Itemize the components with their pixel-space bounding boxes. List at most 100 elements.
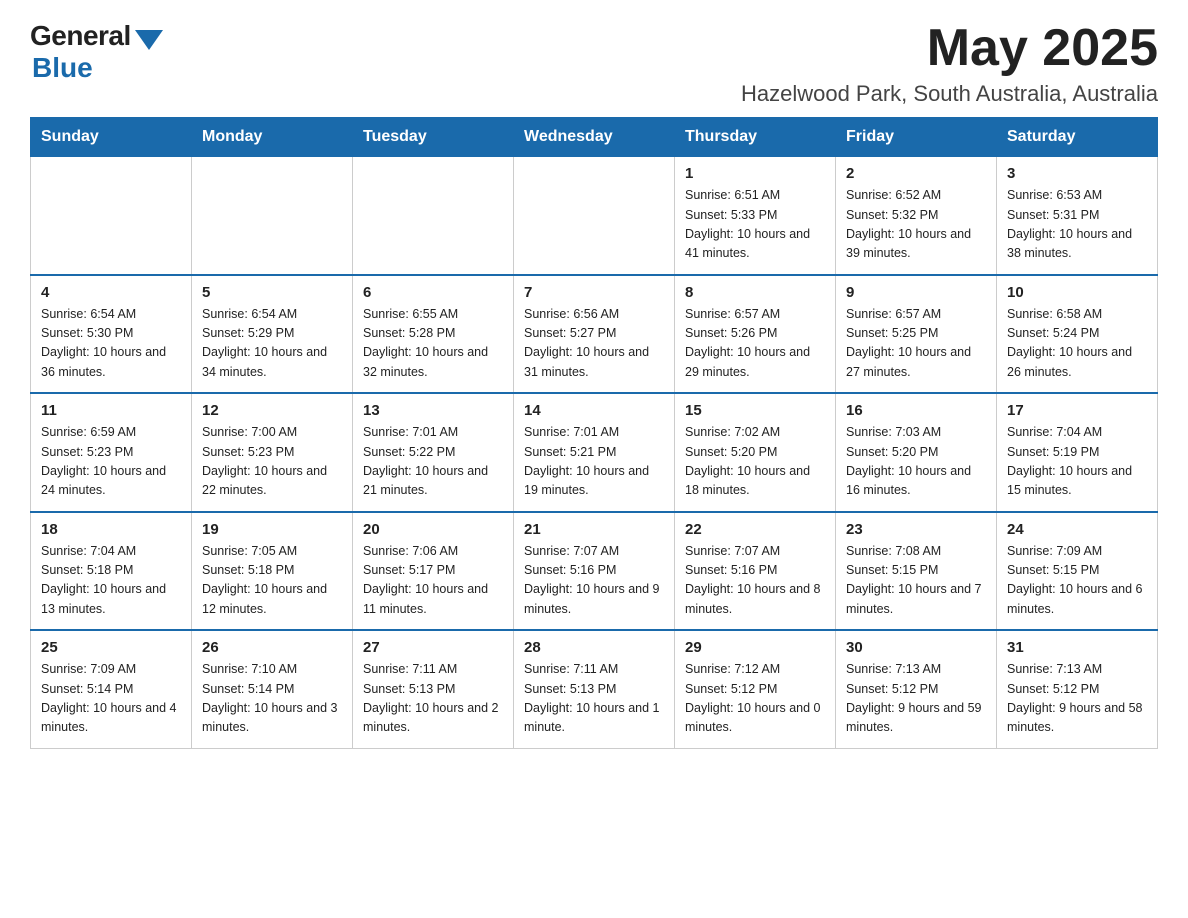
day-info: Sunrise: 7:02 AM Sunset: 5:20 PM Dayligh… [685, 423, 825, 501]
calendar-day-cell: 18Sunrise: 7:04 AM Sunset: 5:18 PM Dayli… [31, 512, 192, 631]
day-number: 15 [685, 402, 825, 419]
day-info: Sunrise: 7:08 AM Sunset: 5:15 PM Dayligh… [846, 542, 986, 620]
calendar-day-cell: 3 Sunrise: 6:53 AM Sunset: 5:31 PM Daylig… [997, 157, 1158, 275]
day-info: Sunrise: 6:57 AM Sunset: 5:26 PM Dayligh… [685, 305, 825, 383]
day-info: Sunrise: 6:54 AM Sunset: 5:29 PM Dayligh… [202, 305, 342, 383]
day-info: Sunrise: 7:07 AM Sunset: 5:16 PM Dayligh… [685, 542, 825, 620]
calendar-table: SundayMondayTuesdayWednesdayThursdayFrid… [30, 117, 1158, 749]
calendar-day-cell [353, 157, 514, 275]
location-subtitle: Hazelwood Park, South Australia, Austral… [741, 81, 1158, 107]
day-number: 3 [1007, 165, 1147, 182]
calendar-day-header: Thursday [675, 118, 836, 157]
calendar-day-header: Monday [192, 118, 353, 157]
calendar-day-cell: 29 Sunrise: 7:12 AM Sunset: 5:12 PM Dayli… [675, 630, 836, 748]
day-number: 9 [846, 284, 986, 301]
calendar-day-cell: 15 Sunrise: 7:02 AM Sunset: 5:20 PM Dayli… [675, 393, 836, 512]
calendar-day-cell: 17Sunrise: 7:04 AM Sunset: 5:19 PM Dayli… [997, 393, 1158, 512]
calendar-day-cell: 24 Sunrise: 7:09 AM Sunset: 5:15 PM Dayli… [997, 512, 1158, 631]
calendar-day-cell [31, 157, 192, 275]
day-info: Sunrise: 7:03 AM Sunset: 5:20 PM Dayligh… [846, 423, 986, 501]
calendar-day-cell: 13Sunrise: 7:01 AM Sunset: 5:22 PM Dayli… [353, 393, 514, 512]
calendar-header-row: SundayMondayTuesdayWednesdayThursdayFrid… [31, 118, 1158, 157]
day-number: 22 [685, 521, 825, 538]
page-header: General Blue May 2025 Hazelwood Park, So… [30, 20, 1158, 107]
calendar-day-header: Sunday [31, 118, 192, 157]
day-info: Sunrise: 7:06 AM Sunset: 5:17 PM Dayligh… [363, 542, 503, 620]
day-number: 10 [1007, 284, 1147, 301]
day-number: 7 [524, 284, 664, 301]
day-number: 19 [202, 521, 342, 538]
calendar-week-row: 25 Sunrise: 7:09 AM Sunset: 5:14 PM Dayli… [31, 630, 1158, 748]
day-info: Sunrise: 7:00 AM Sunset: 5:23 PM Dayligh… [202, 423, 342, 501]
day-info: Sunrise: 7:01 AM Sunset: 5:21 PM Dayligh… [524, 423, 664, 501]
calendar-day-cell: 16 Sunrise: 7:03 AM Sunset: 5:20 PM Dayli… [836, 393, 997, 512]
day-info: Sunrise: 7:12 AM Sunset: 5:12 PM Dayligh… [685, 660, 825, 738]
day-number: 2 [846, 165, 986, 182]
calendar-day-cell: 22 Sunrise: 7:07 AM Sunset: 5:16 PM Dayli… [675, 512, 836, 631]
day-number: 11 [41, 402, 181, 419]
day-number: 29 [685, 639, 825, 656]
day-info: Sunrise: 6:54 AM Sunset: 5:30 PM Dayligh… [41, 305, 181, 383]
day-info: Sunrise: 7:04 AM Sunset: 5:19 PM Dayligh… [1007, 423, 1147, 501]
calendar-day-cell: 10 Sunrise: 6:58 AM Sunset: 5:24 PM Dayli… [997, 275, 1158, 394]
calendar-day-cell: 8 Sunrise: 6:57 AM Sunset: 5:26 PM Daylig… [675, 275, 836, 394]
day-info: Sunrise: 6:55 AM Sunset: 5:28 PM Dayligh… [363, 305, 503, 383]
day-info: Sunrise: 6:57 AM Sunset: 5:25 PM Dayligh… [846, 305, 986, 383]
day-info: Sunrise: 7:11 AM Sunset: 5:13 PM Dayligh… [524, 660, 664, 738]
day-number: 13 [363, 402, 503, 419]
day-info: Sunrise: 7:09 AM Sunset: 5:14 PM Dayligh… [41, 660, 181, 738]
calendar-day-cell: 19 Sunrise: 7:05 AM Sunset: 5:18 PM Dayli… [192, 512, 353, 631]
day-number: 4 [41, 284, 181, 301]
day-number: 8 [685, 284, 825, 301]
day-number: 27 [363, 639, 503, 656]
day-info: Sunrise: 6:59 AM Sunset: 5:23 PM Dayligh… [41, 423, 181, 501]
calendar-day-cell: 11 Sunrise: 6:59 AM Sunset: 5:23 PM Dayli… [31, 393, 192, 512]
calendar-week-row: 11 Sunrise: 6:59 AM Sunset: 5:23 PM Dayli… [31, 393, 1158, 512]
day-number: 1 [685, 165, 825, 182]
calendar-week-row: 4 Sunrise: 6:54 AM Sunset: 5:30 PM Daylig… [31, 275, 1158, 394]
calendar-day-cell: 9 Sunrise: 6:57 AM Sunset: 5:25 PM Daylig… [836, 275, 997, 394]
day-number: 12 [202, 402, 342, 419]
calendar-day-cell: 28 Sunrise: 7:11 AM Sunset: 5:13 PM Dayli… [514, 630, 675, 748]
day-number: 30 [846, 639, 986, 656]
logo: General Blue [30, 20, 163, 84]
calendar-day-cell: 7 Sunrise: 6:56 AM Sunset: 5:27 PM Daylig… [514, 275, 675, 394]
calendar-day-cell: 23 Sunrise: 7:08 AM Sunset: 5:15 PM Dayli… [836, 512, 997, 631]
day-number: 20 [363, 521, 503, 538]
calendar-day-header: Wednesday [514, 118, 675, 157]
day-number: 23 [846, 521, 986, 538]
day-info: Sunrise: 7:13 AM Sunset: 5:12 PM Dayligh… [1007, 660, 1147, 738]
calendar-day-cell: 31Sunrise: 7:13 AM Sunset: 5:12 PM Dayli… [997, 630, 1158, 748]
day-info: Sunrise: 6:52 AM Sunset: 5:32 PM Dayligh… [846, 186, 986, 264]
day-number: 21 [524, 521, 664, 538]
calendar-day-cell: 2 Sunrise: 6:52 AM Sunset: 5:32 PM Daylig… [836, 157, 997, 275]
day-number: 28 [524, 639, 664, 656]
day-info: Sunrise: 6:58 AM Sunset: 5:24 PM Dayligh… [1007, 305, 1147, 383]
calendar-day-header: Tuesday [353, 118, 514, 157]
day-number: 6 [363, 284, 503, 301]
day-number: 5 [202, 284, 342, 301]
calendar-day-cell: 25 Sunrise: 7:09 AM Sunset: 5:14 PM Dayli… [31, 630, 192, 748]
calendar-day-cell [192, 157, 353, 275]
calendar-day-cell: 20 Sunrise: 7:06 AM Sunset: 5:17 PM Dayli… [353, 512, 514, 631]
header-right: May 2025 Hazelwood Park, South Australia… [741, 20, 1158, 107]
calendar-day-header: Friday [836, 118, 997, 157]
day-number: 24 [1007, 521, 1147, 538]
logo-general-text: General [30, 20, 131, 52]
day-info: Sunrise: 6:51 AM Sunset: 5:33 PM Dayligh… [685, 186, 825, 264]
day-number: 16 [846, 402, 986, 419]
calendar-week-row: 18Sunrise: 7:04 AM Sunset: 5:18 PM Dayli… [31, 512, 1158, 631]
calendar-day-cell: 21 Sunrise: 7:07 AM Sunset: 5:16 PM Dayli… [514, 512, 675, 631]
calendar-day-cell: 12 Sunrise: 7:00 AM Sunset: 5:23 PM Dayli… [192, 393, 353, 512]
day-number: 25 [41, 639, 181, 656]
day-info: Sunrise: 6:53 AM Sunset: 5:31 PM Dayligh… [1007, 186, 1147, 264]
calendar-day-cell: 4 Sunrise: 6:54 AM Sunset: 5:30 PM Daylig… [31, 275, 192, 394]
day-info: Sunrise: 7:07 AM Sunset: 5:16 PM Dayligh… [524, 542, 664, 620]
day-info: Sunrise: 6:56 AM Sunset: 5:27 PM Dayligh… [524, 305, 664, 383]
day-info: Sunrise: 7:09 AM Sunset: 5:15 PM Dayligh… [1007, 542, 1147, 620]
calendar-day-cell: 14Sunrise: 7:01 AM Sunset: 5:21 PM Dayli… [514, 393, 675, 512]
day-info: Sunrise: 7:05 AM Sunset: 5:18 PM Dayligh… [202, 542, 342, 620]
day-number: 18 [41, 521, 181, 538]
calendar-week-row: 1 Sunrise: 6:51 AM Sunset: 5:33 PM Daylig… [31, 157, 1158, 275]
calendar-day-cell: 30Sunrise: 7:13 AM Sunset: 5:12 PM Dayli… [836, 630, 997, 748]
